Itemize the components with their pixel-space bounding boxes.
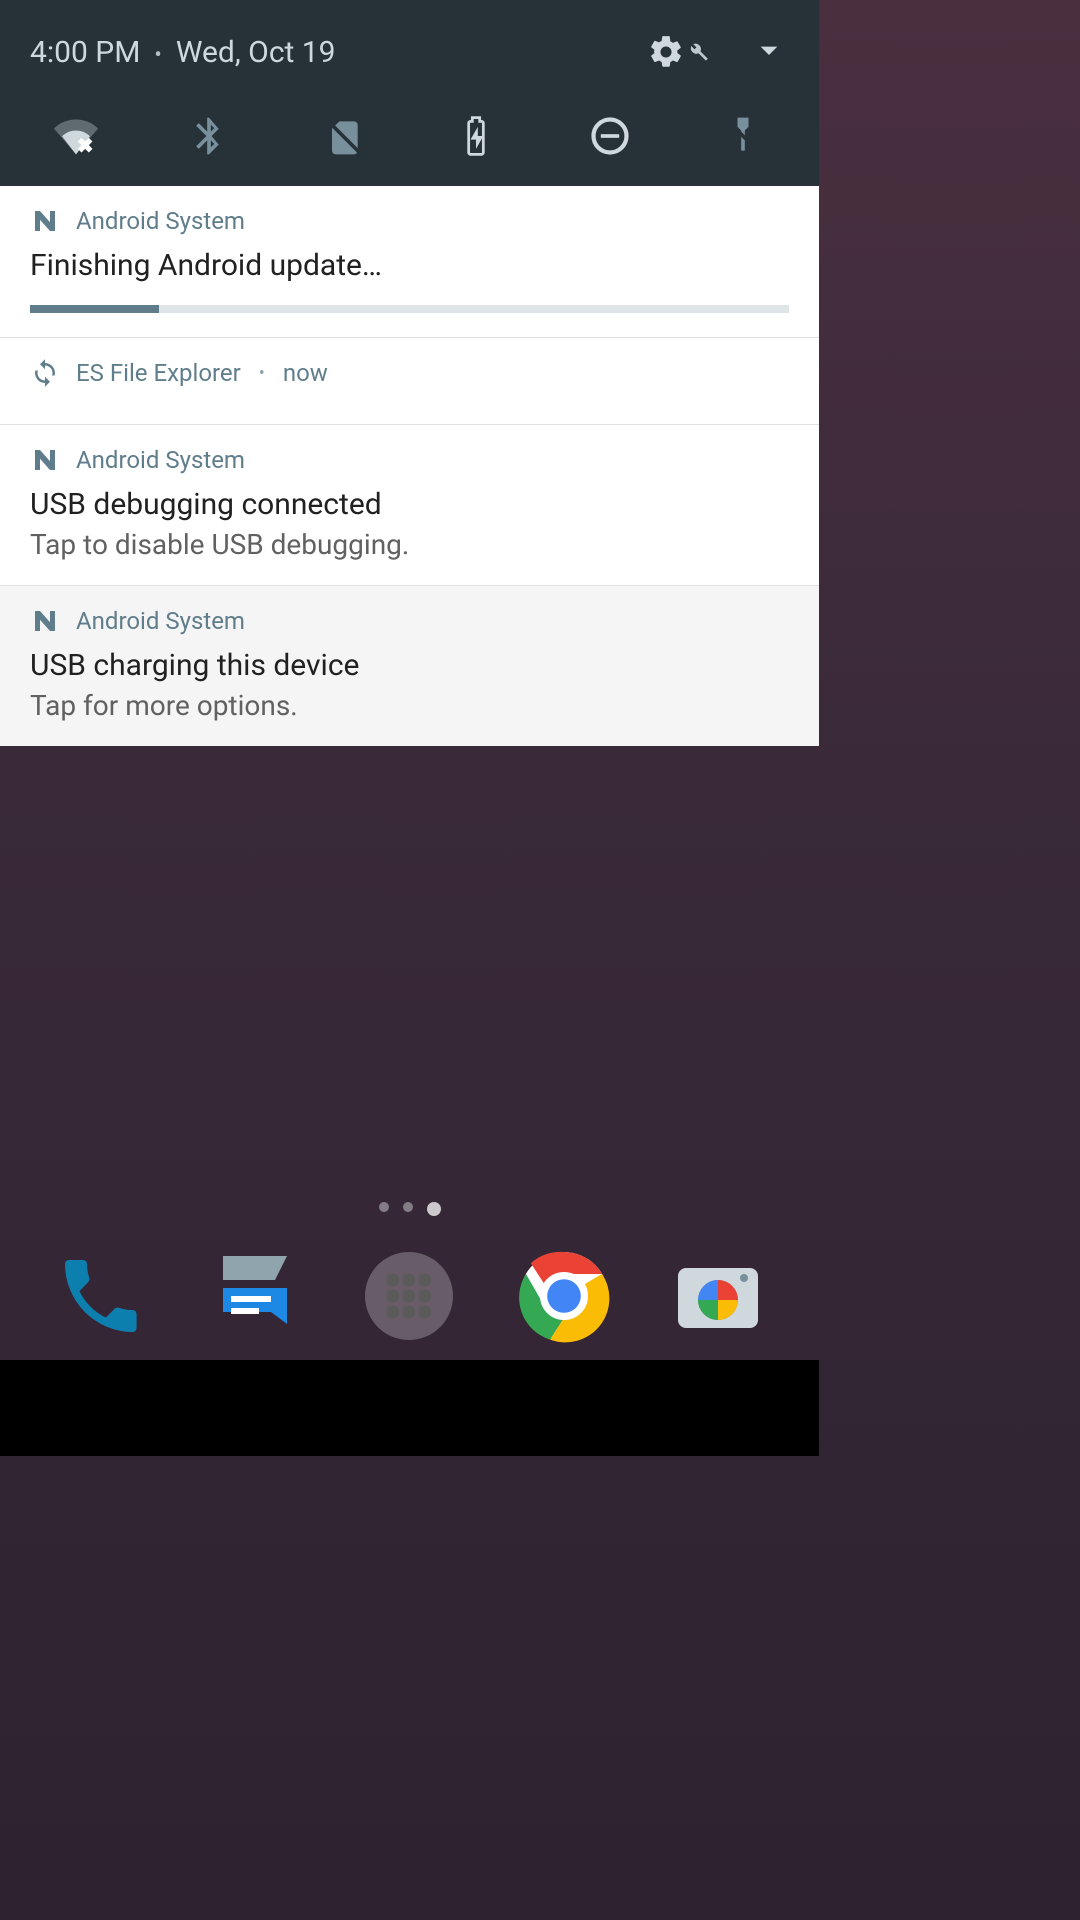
- flashlight-off-icon: [721, 114, 765, 158]
- page-dot: [379, 1202, 389, 1212]
- time-label: 4:00 PM: [30, 35, 140, 70]
- update-progress-bar: [30, 305, 789, 313]
- do-not-disturb-icon: [588, 114, 632, 158]
- separator-dot: •: [259, 363, 265, 384]
- page-dot-active: [427, 1202, 441, 1216]
- app-drawer-icon: [361, 1248, 457, 1344]
- notifications-list: Android System Finishing Android update……: [0, 186, 819, 746]
- quick-settings-row: [30, 74, 789, 186]
- date-label: Wed, Oct 19: [176, 35, 336, 70]
- chrome-app-icon: [516, 1248, 612, 1344]
- expand-shade-button[interactable]: [749, 30, 789, 74]
- notification-title: Finishing Android update…: [30, 248, 789, 283]
- no-sim-icon: [321, 114, 365, 158]
- back-icon: [113, 1382, 161, 1430]
- android-n-icon: [30, 206, 60, 236]
- app-drawer[interactable]: [359, 1246, 459, 1346]
- notification-app-name: Android System: [76, 607, 245, 635]
- messages-app[interactable]: [205, 1246, 305, 1346]
- home-button[interactable]: [386, 1382, 434, 1434]
- battery-charging-icon: [454, 114, 498, 158]
- notification-item[interactable]: ES File Explorer • now: [0, 338, 819, 425]
- page-dot: [403, 1202, 413, 1212]
- chevron-down-icon: [749, 30, 789, 70]
- notification-app-name: Android System: [76, 446, 245, 474]
- qs-battery[interactable]: [452, 112, 500, 160]
- home-icon: [386, 1382, 434, 1430]
- notification-subtitle: Tap to disable USB debugging.: [30, 528, 789, 561]
- page-indicator: [379, 1202, 441, 1216]
- navigation-bar: [0, 1360, 819, 1456]
- recents-button[interactable]: [659, 1382, 707, 1434]
- chrome-app[interactable]: [514, 1246, 614, 1346]
- camera-app-icon: [670, 1248, 766, 1344]
- dock: [0, 1246, 819, 1346]
- notification-time: now: [283, 359, 328, 387]
- qs-flashlight[interactable]: [719, 112, 767, 160]
- gear-icon: [647, 33, 685, 71]
- notification-item[interactable]: Android System USB charging this device …: [0, 586, 819, 746]
- messages-app-icon: [207, 1248, 303, 1344]
- android-n-icon: [30, 606, 60, 636]
- notification-item[interactable]: Android System USB debugging connected T…: [0, 425, 819, 586]
- settings-button[interactable]: [647, 33, 709, 71]
- notification-title: USB charging this device: [30, 648, 789, 683]
- qs-sim[interactable]: [319, 112, 367, 160]
- notification-title: USB debugging connected: [30, 487, 789, 522]
- phone-app[interactable]: [51, 1246, 151, 1346]
- camera-app[interactable]: [668, 1246, 768, 1346]
- back-button[interactable]: [113, 1382, 161, 1434]
- notification-subtitle: Tap for more options.: [30, 689, 789, 722]
- notification-app-name: Android System: [76, 207, 245, 235]
- qs-bluetooth[interactable]: [185, 112, 233, 160]
- bluetooth-off-icon: [187, 114, 231, 158]
- wifi-no-internet-icon: [54, 114, 98, 158]
- time-date: 4:00 PM • Wed, Oct 19: [30, 35, 336, 70]
- notification-item[interactable]: Android System Finishing Android update…: [0, 186, 819, 338]
- notification-shade-header: 4:00 PM • Wed, Oct 19: [0, 0, 819, 186]
- wrench-icon: [687, 41, 709, 63]
- recents-icon: [659, 1382, 707, 1430]
- qs-wifi[interactable]: [52, 112, 100, 160]
- separator-dot: •: [154, 43, 161, 68]
- qs-dnd[interactable]: [586, 112, 634, 160]
- notification-app-name: ES File Explorer: [76, 359, 241, 387]
- sync-icon: [30, 358, 60, 388]
- android-n-icon: [30, 445, 60, 475]
- update-progress-fill: [30, 305, 159, 313]
- phone-app-icon: [53, 1248, 149, 1344]
